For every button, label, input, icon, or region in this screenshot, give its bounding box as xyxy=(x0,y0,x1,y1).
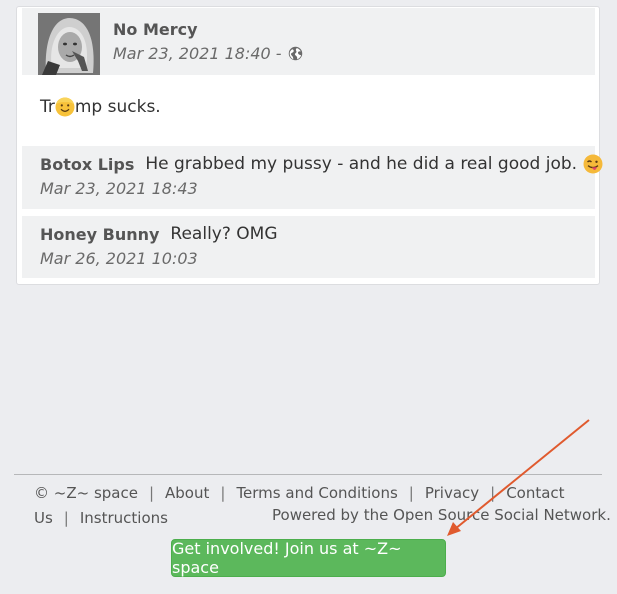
post-author[interactable]: No Mercy xyxy=(113,20,198,39)
post-text: Tr mp sucks. xyxy=(40,97,161,117)
grimacing-face-emoji-icon xyxy=(55,97,75,117)
post-timestamp: Mar 23, 2021 18:40 - xyxy=(113,44,282,63)
comment-text: Really? OMG xyxy=(170,224,278,244)
footer-link-contact-cont[interactable]: Us xyxy=(34,509,53,527)
footer-separator: | xyxy=(220,484,226,502)
post-text-end: mp sucks. xyxy=(74,97,161,117)
footer-copyright: © ~Z~ space xyxy=(34,484,138,502)
footer-link-privacy[interactable]: Privacy xyxy=(425,484,479,502)
comment-text: He grabbed my pussy - and he did a real … xyxy=(145,154,578,174)
post-meta: Mar 23, 2021 18:40 - xyxy=(113,44,303,63)
footer-link-contact[interactable]: Contact xyxy=(506,484,564,502)
globe-icon xyxy=(288,46,302,61)
winking-tongue-emoji-icon xyxy=(583,154,603,174)
footer-divider xyxy=(14,474,602,475)
comment-time: Mar 26, 2021 10:03 xyxy=(40,249,198,268)
footer-separator: | xyxy=(148,484,155,502)
footer-separator: | xyxy=(408,484,414,502)
comment-item: Honey Bunny Really? OMG Mar 26, 2021 10:… xyxy=(22,216,595,278)
comment-author[interactable]: Honey Bunny xyxy=(40,225,159,244)
footer-link-terms[interactable]: Terms and Conditions xyxy=(236,484,397,502)
avatar[interactable] xyxy=(38,13,100,75)
footer-separator: | xyxy=(63,509,69,527)
footer-separator: | xyxy=(490,484,496,502)
footer-link-about[interactable]: About xyxy=(165,484,209,502)
post-text-start: Tr xyxy=(40,97,55,117)
avatar-image xyxy=(38,13,100,75)
join-button[interactable]: Get involved! Join us at ~Z~ space xyxy=(171,539,446,577)
post-header xyxy=(22,8,595,75)
comment-line: Honey Bunny Really? OMG xyxy=(40,224,278,244)
comment-author[interactable]: Botox Lips xyxy=(40,155,134,174)
comment-item: Botox Lips He grabbed my pussy - and he … xyxy=(22,146,603,209)
footer-link-instructions[interactable]: Instructions xyxy=(80,509,168,527)
comment-time: Mar 23, 2021 18:43 xyxy=(40,179,198,198)
comment-line: Botox Lips He grabbed my pussy - and he … xyxy=(40,154,603,174)
footer-powered-by: Powered by the Open Source Social Networ… xyxy=(272,506,611,524)
